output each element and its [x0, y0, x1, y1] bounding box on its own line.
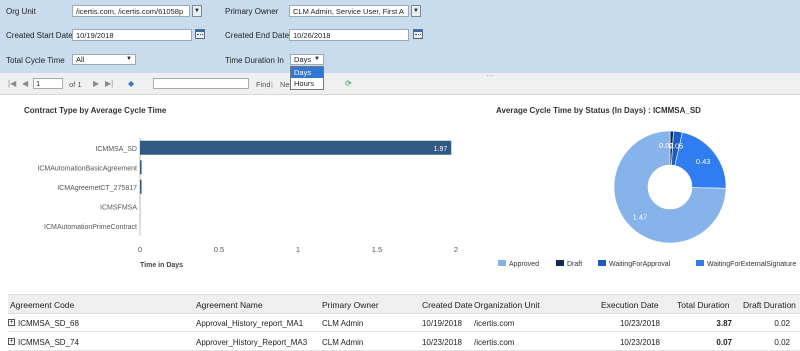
x-tick-label: 1 — [296, 245, 300, 254]
find-next-link[interactable]: Ne — [280, 80, 290, 89]
pie-data-label: 0.43 — [696, 157, 711, 166]
splitter-grip-icon[interactable]: ⋯ — [486, 71, 494, 80]
org-unit-dropdown-button[interactable]: ▼ — [192, 5, 202, 17]
page-count-label: of 1 — [69, 80, 82, 89]
first-page-icon[interactable]: |◀ — [8, 79, 16, 88]
legend-swatch — [498, 260, 506, 266]
table-cell: CLM Admin — [322, 338, 364, 347]
table-cell: 10/23/2018 — [421, 338, 462, 347]
table-row[interactable]: + ICMMSA_SD_74 Approver_History_Report_MA3… — [8, 333, 800, 351]
column-header[interactable]: Created Date — [422, 300, 473, 310]
y-tick-label: ICMAutomationBasicAgreement — [37, 165, 137, 172]
find-link[interactable]: Find — [256, 80, 271, 89]
table-cell: 10/23/2018 — [619, 338, 660, 347]
chevron-down-icon: ▼ — [126, 56, 132, 62]
total-cycle-time-label: Total Cycle Time — [6, 56, 65, 65]
pie-data-label: 1.47 — [633, 212, 648, 221]
last-page-icon[interactable]: ▶| — [105, 79, 113, 88]
table-cell: Approver_History_Report_MA3 — [196, 338, 308, 347]
bar[interactable] — [140, 179, 142, 194]
next-page-icon[interactable]: ▶ — [93, 79, 99, 88]
expand-row-icon[interactable]: + — [8, 319, 15, 326]
time-duration-value: Days — [294, 55, 312, 64]
separator: | — [271, 80, 273, 89]
table-cell: 0.02 — [774, 338, 790, 347]
primary-owner-dropdown-button[interactable]: ▼ — [411, 5, 421, 17]
expand-row-icon[interactable]: + — [8, 338, 15, 345]
legend-label[interactable]: Approved — [509, 261, 539, 268]
legend-label[interactable]: Draft — [567, 261, 582, 268]
y-tick-label: ICMMSA_SD — [95, 146, 137, 153]
calendar-icon[interactable] — [195, 29, 205, 39]
table-cell: CLM Admin — [322, 319, 364, 328]
x-axis-label: Time in Days — [140, 262, 183, 269]
column-header[interactable]: Total Duration — [677, 300, 729, 310]
chevron-down-icon: ▼ — [194, 8, 200, 14]
x-tick-label: 2 — [454, 245, 458, 254]
time-duration-label: Time Duration In — [225, 56, 284, 65]
bar[interactable] — [140, 160, 142, 175]
agreement-code-link[interactable]: ICMMSA_SD_68 — [18, 319, 79, 328]
table-cell: 0.02 — [774, 319, 790, 328]
bar-data-label: 1.97 — [434, 146, 448, 153]
agreement-code-link[interactable]: ICMMSA_SD_74 — [18, 338, 79, 347]
table-cell: /icertis.com — [474, 338, 515, 347]
created-start-date-label: Created Start Date — [6, 31, 73, 40]
table-cell: 10/19/2018 — [421, 319, 462, 328]
pie-chart: 1.470.020.050.43Approved Draft WaitingForA… — [498, 130, 796, 268]
back-to-parent-icon[interactable]: ◆ — [128, 79, 134, 88]
y-tick-label: ICMAgreemetCT_275817 — [57, 185, 137, 192]
option-hours[interactable]: Hours — [291, 78, 323, 89]
column-header[interactable]: Execution Date — [601, 300, 659, 310]
calendar-icon[interactable] — [413, 29, 423, 39]
filter-panel: Org Unit /icertis.com, /icertis.com/6105… — [0, 0, 800, 73]
column-header[interactable]: Agreement Code — [10, 300, 74, 310]
pie-data-label: 0.05 — [669, 141, 684, 150]
org-unit-label: Org Unit — [6, 7, 36, 16]
bar[interactable] — [140, 140, 452, 155]
primary-owner-label: Primary Owner — [225, 7, 279, 16]
time-duration-options: Days Hours — [290, 66, 324, 90]
primary-owner-field[interactable]: CLM Admin, Service User, First A — [289, 5, 409, 17]
table-row[interactable]: + ICMMSA_SD_68 Approval_History_report_MA1… — [8, 314, 800, 332]
legend-swatch — [598, 260, 606, 266]
option-days[interactable]: Days — [291, 67, 323, 78]
table-cell: 3.87 — [716, 319, 732, 328]
bar-chart: ICMMSA_SD ICMAutomationBasicAgreement ICMA… — [37, 138, 458, 269]
table-cell: 10/23/2018 — [619, 319, 660, 328]
legend-label[interactable]: WaitingForApproval — [609, 261, 671, 268]
legend-swatch — [556, 260, 564, 266]
report-toolbar: |◀ ◀ 1 of 1 ▶ ▶| ◆ Find | Ne ⟳ ⋯ — [0, 71, 800, 95]
x-tick-label: 1.5 — [372, 245, 382, 254]
created-start-date-input[interactable]: 10/19/2018 — [72, 29, 192, 41]
created-end-date-input[interactable]: 10/26/2018 — [289, 29, 409, 41]
column-header[interactable]: Draft Duration — [743, 300, 796, 310]
chevron-down-icon: ▼ — [413, 8, 419, 14]
find-text-input[interactable] — [153, 78, 249, 89]
legend-swatch — [696, 260, 704, 266]
grid-header: Agreement Code Agreement Name Primary Owne… — [8, 294, 800, 314]
table-cell: 0.07 — [716, 338, 732, 347]
table-cell: Approval_History_report_MA1 — [196, 319, 304, 328]
pie-chart-title: Average Cycle Time by Status (In Days) :… — [496, 106, 701, 115]
previous-page-icon[interactable]: ◀ — [22, 79, 28, 88]
column-header[interactable]: Organization Unit — [474, 300, 540, 310]
y-tick-label: ICMAutomationPrimeContract — [44, 224, 137, 231]
legend-label[interactable]: WaitingForExternalSignature — [707, 261, 796, 268]
total-cycle-time-select[interactable]: All ▼ — [72, 54, 136, 65]
column-header[interactable]: Agreement Name — [196, 300, 263, 310]
y-tick-label: ICMSFMSA — [100, 204, 137, 211]
chevron-down-icon: ▼ — [314, 56, 320, 62]
table-cell: /icertis.com — [474, 319, 515, 328]
bar-chart-title: Contract Type by Average Cycle Time — [24, 106, 167, 115]
page-number-input[interactable]: 1 — [33, 78, 63, 89]
time-duration-select[interactable]: Days ▼ — [290, 54, 324, 65]
x-tick-label: 0 — [138, 245, 142, 254]
x-tick-label: 0.5 — [214, 245, 224, 254]
column-header[interactable]: Primary Owner — [322, 300, 379, 310]
org-unit-field[interactable]: /icertis.com, /icertis.com/61058p — [72, 5, 190, 17]
refresh-icon[interactable]: ⟳ — [345, 79, 352, 88]
total-cycle-time-value: All — [76, 55, 85, 64]
created-end-date-label: Created End Date — [225, 31, 290, 40]
